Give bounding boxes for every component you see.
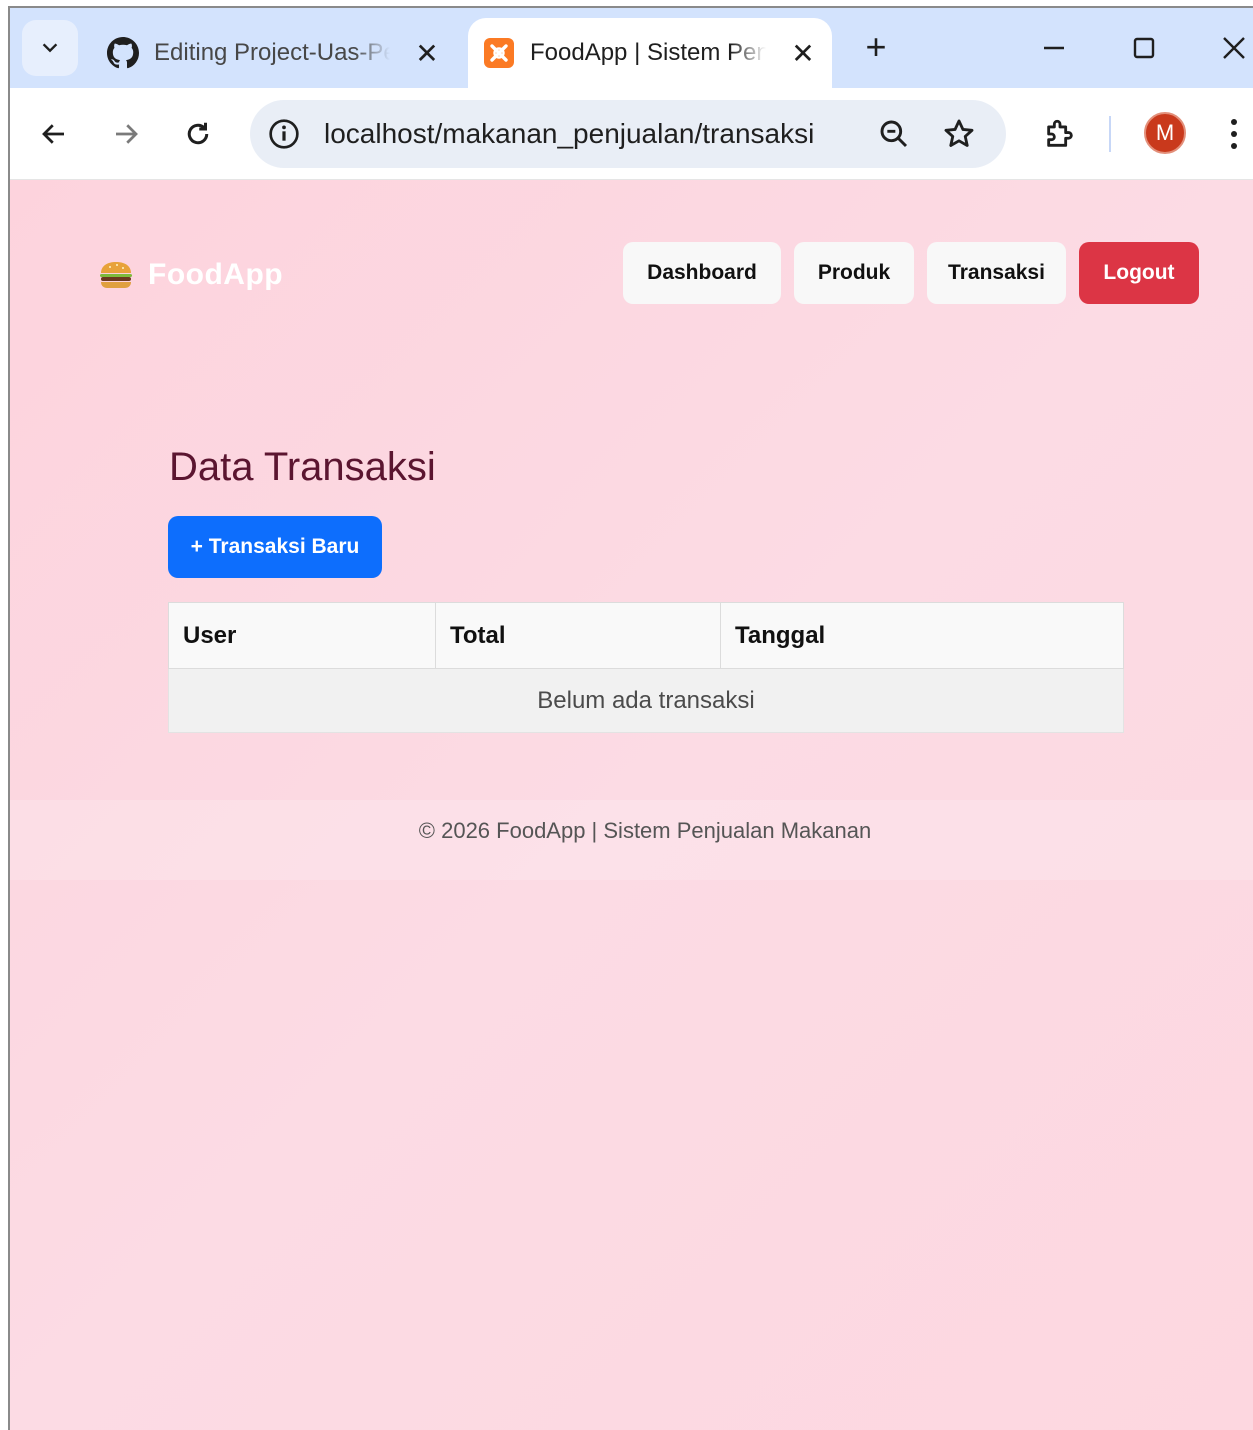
nav-dashboard-button[interactable]: Dashboard bbox=[623, 242, 781, 304]
nav-transaksi-button[interactable]: Transaksi bbox=[927, 242, 1066, 304]
tab-title: FoodApp | Sistem Penj bbox=[530, 39, 766, 66]
table-header-row: User Total Tanggal bbox=[168, 602, 1124, 669]
profile-avatar[interactable]: M bbox=[1144, 112, 1186, 154]
tab-strip: Editing Project-Uas-Pe ✕ FoodApp | Siste… bbox=[10, 8, 1253, 88]
new-tab-button[interactable]: + bbox=[856, 28, 896, 68]
github-icon bbox=[106, 36, 140, 70]
column-header-user: User bbox=[168, 602, 436, 669]
column-header-tanggal: Tanggal bbox=[720, 602, 1124, 669]
more-vert-icon[interactable] bbox=[1224, 114, 1244, 154]
tab-title: Editing Project-Uas-Pe bbox=[154, 39, 390, 66]
toolbar-divider bbox=[1109, 116, 1111, 152]
close-icon[interactable]: ✕ bbox=[788, 37, 818, 70]
table-row: Belum ada transaksi bbox=[168, 668, 1124, 733]
transactions-table: User Total Tanggal Belum ada transaksi bbox=[168, 602, 1124, 733]
chevron-down-icon bbox=[42, 43, 58, 53]
maximize-button[interactable] bbox=[1124, 28, 1164, 68]
new-transaction-button[interactable]: + Transaksi Baru bbox=[168, 516, 382, 578]
browser-toolbar: localhost/makanan_penjualan/transaksi M bbox=[10, 88, 1253, 180]
zoom-out-icon[interactable] bbox=[878, 118, 910, 150]
address-bar[interactable]: localhost/makanan_penjualan/transaksi bbox=[250, 100, 1006, 168]
logout-button[interactable]: Logout bbox=[1079, 242, 1199, 304]
empty-message: Belum ada transaksi bbox=[168, 668, 1124, 733]
footer-text: © 2026 FoodApp | Sistem Penjualan Makana… bbox=[418, 818, 872, 843]
back-button[interactable] bbox=[32, 112, 76, 156]
xampp-icon bbox=[482, 36, 516, 70]
column-header-total: Total bbox=[435, 602, 721, 669]
burger-icon bbox=[100, 262, 132, 288]
maximize-icon bbox=[1133, 37, 1155, 59]
arrow-right-icon bbox=[116, 124, 138, 144]
brand[interactable]: FoodApp bbox=[98, 258, 283, 292]
reload-icon bbox=[187, 122, 209, 145]
close-icon[interactable]: ✕ bbox=[412, 37, 442, 70]
window-close-button[interactable] bbox=[1214, 28, 1253, 68]
minimize-button[interactable] bbox=[1034, 28, 1074, 68]
page-content: FoodApp Dashboard Produk Transaksi Logou… bbox=[10, 180, 1253, 1430]
minimize-icon bbox=[1044, 46, 1064, 50]
url-text[interactable]: localhost/makanan_penjualan/transaksi bbox=[324, 118, 814, 150]
puzzle-icon bbox=[1047, 119, 1073, 147]
forward-button[interactable] bbox=[104, 112, 148, 156]
extensions-button[interactable] bbox=[1038, 112, 1082, 156]
nav-produk-button[interactable]: Produk bbox=[794, 242, 914, 304]
tab-foodapp[interactable]: FoodApp | Sistem Penj ✕ bbox=[468, 18, 832, 88]
browser-window: Editing Project-Uas-Pe ✕ FoodApp | Siste… bbox=[8, 6, 1253, 1430]
arrow-left-icon bbox=[42, 124, 64, 144]
brand-name: FoodApp bbox=[148, 258, 284, 291]
info-icon[interactable] bbox=[268, 118, 300, 150]
close-icon bbox=[1223, 37, 1245, 59]
reload-button[interactable] bbox=[176, 112, 220, 156]
tab-github[interactable]: Editing Project-Uas-Pe ✕ bbox=[92, 18, 462, 88]
page-title: Data Transaksi bbox=[169, 445, 436, 489]
tab-search-button[interactable] bbox=[22, 20, 78, 76]
star-icon[interactable] bbox=[942, 117, 976, 151]
